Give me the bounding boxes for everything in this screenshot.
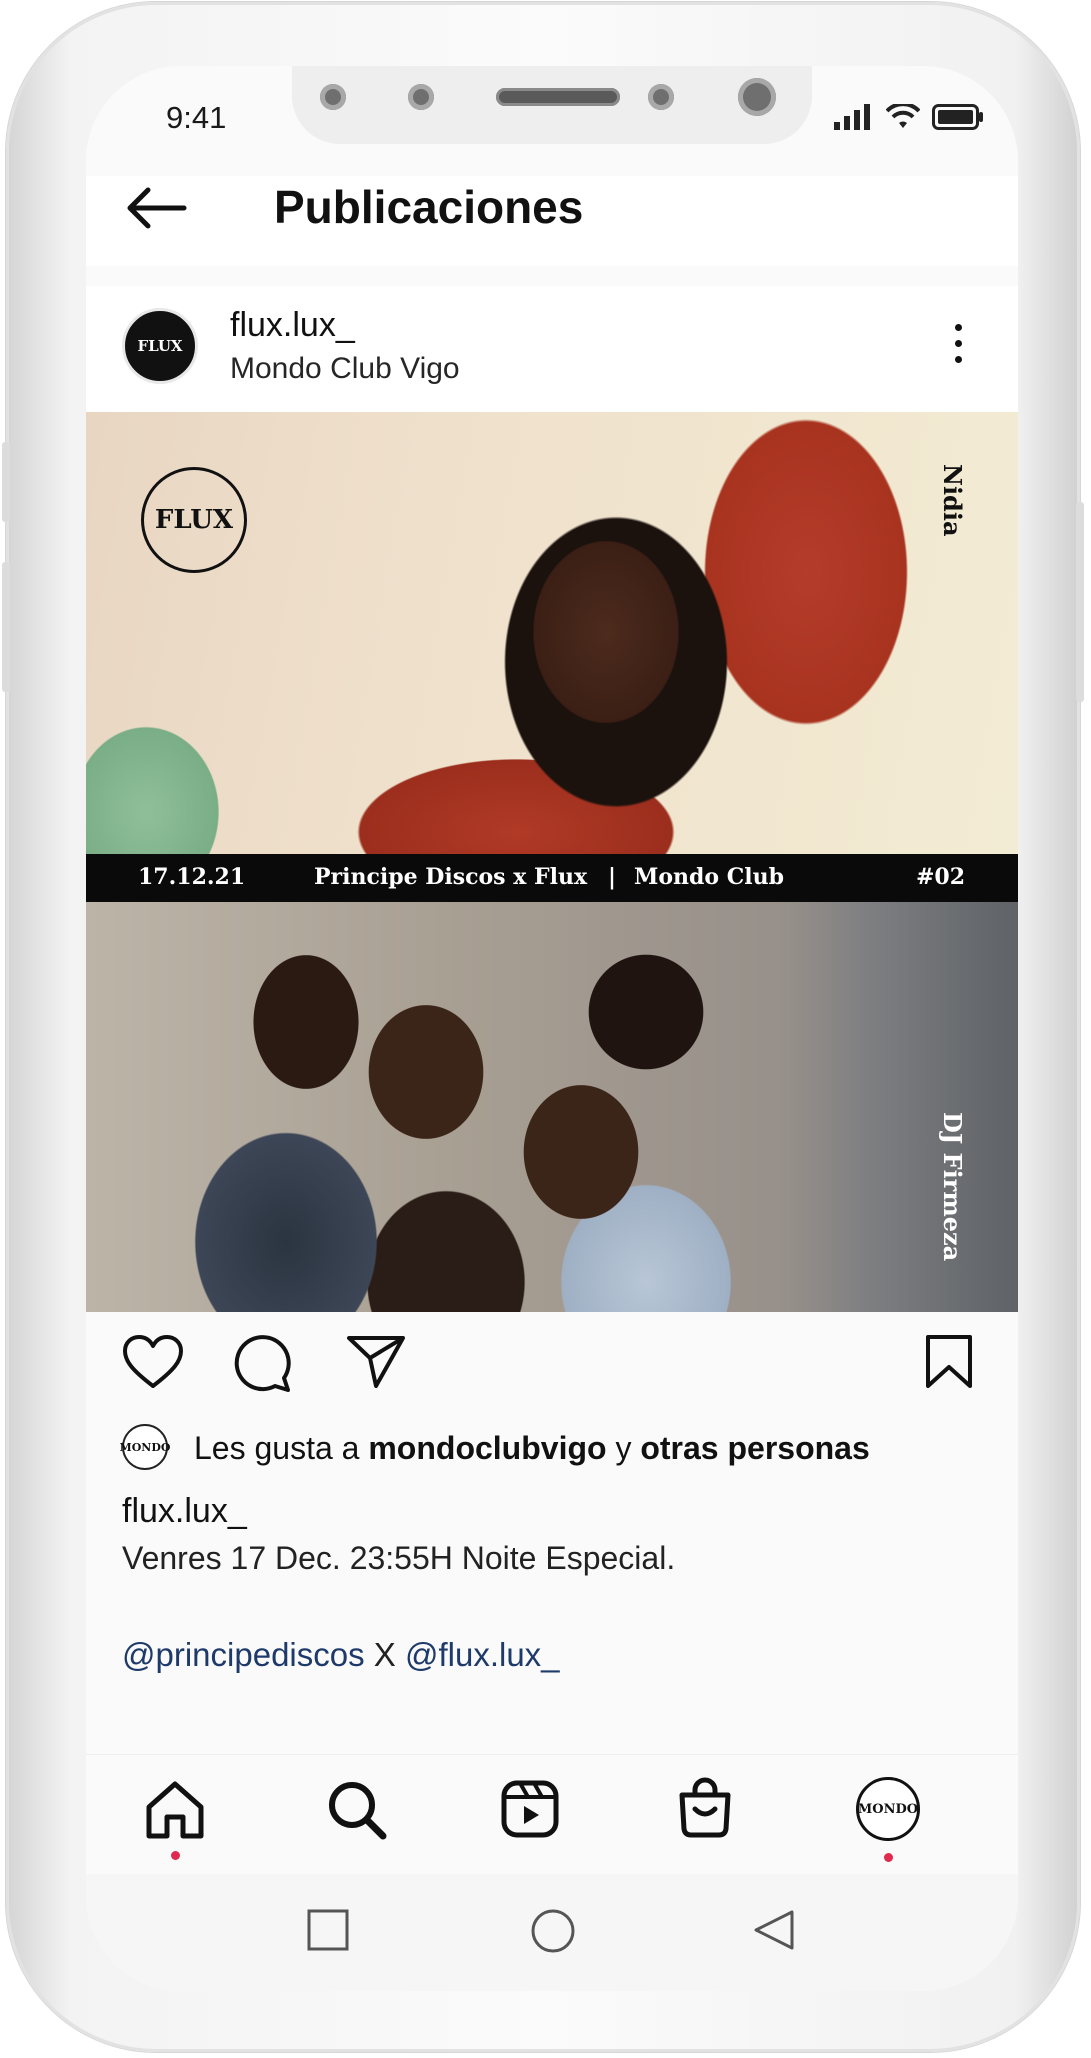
speaker-grille xyxy=(496,88,620,106)
home-circle-icon[interactable] xyxy=(530,1908,576,1954)
caption-mentions: @principediscos X @flux.lux_ xyxy=(122,1636,560,1674)
more-options-icon[interactable] xyxy=(948,324,968,380)
status-time: 9:41 xyxy=(166,100,227,135)
post-location[interactable]: Mondo Club Vigo xyxy=(230,352,460,386)
screen: 9:41 Publicaciones FLUX flux.lux_ Mondo … xyxy=(86,66,1018,1991)
profile-avatar-tab[interactable]: MONDO xyxy=(856,1777,920,1841)
volume-button xyxy=(2,442,10,522)
mention-link[interactable]: @principediscos xyxy=(122,1636,365,1673)
banner-title: Principe Discos x Flux xyxy=(314,864,588,890)
reels-icon[interactable] xyxy=(500,1779,560,1839)
likes-others-link[interactable]: otras personas xyxy=(640,1430,869,1466)
back-arrow-icon[interactable] xyxy=(124,184,188,232)
status-bar: 9:41 xyxy=(86,66,1018,166)
share-icon[interactable] xyxy=(346,1334,406,1390)
liker-avatar[interactable]: MONDO xyxy=(120,1424,170,1470)
shop-icon[interactable] xyxy=(676,1777,734,1839)
front-camera-icon xyxy=(738,78,776,116)
post-username[interactable]: flux.lux_ xyxy=(230,306,355,345)
post-author-avatar[interactable]: FLUX xyxy=(122,308,198,384)
sensor-icon xyxy=(320,84,346,110)
event-banner: 17.12.21 Principe Discos x Flux | Mondo … xyxy=(86,854,1018,902)
caption-username[interactable]: flux.lux_ xyxy=(122,1492,247,1531)
likes-user-link[interactable]: mondoclubvigo xyxy=(368,1430,606,1466)
status-icons xyxy=(834,104,984,130)
avatar-logo-text: FLUX xyxy=(137,337,183,355)
back-triangle-icon[interactable] xyxy=(752,1908,796,1952)
recents-icon[interactable] xyxy=(306,1908,350,1952)
photo-portrait: FLUX Nidia xyxy=(86,412,1018,854)
volume-button xyxy=(2,562,10,692)
mention-link[interactable]: @flux.lux_ xyxy=(405,1636,560,1673)
home-icon[interactable] xyxy=(144,1779,206,1841)
sensor-icon xyxy=(408,84,434,110)
heart-icon[interactable] xyxy=(122,1334,184,1390)
comment-icon[interactable] xyxy=(232,1334,292,1392)
post-header xyxy=(86,286,1018,416)
search-icon[interactable] xyxy=(326,1779,388,1841)
flux-logo: FLUX xyxy=(141,467,247,573)
photo-group: DJ Firmeza xyxy=(86,902,1018,1312)
caption-text: Venres 17 Dec. 23:55H Noite Especial. xyxy=(122,1540,676,1576)
page-title: Publicaciones xyxy=(274,181,584,233)
post-actions xyxy=(86,1312,1018,1406)
mention-separator: X xyxy=(364,1636,405,1673)
banner-venue: Mondo Club xyxy=(634,864,784,890)
likes-connector: y xyxy=(606,1430,641,1466)
artist-name-bottom: DJ Firmeza xyxy=(938,1112,967,1262)
bookmark-icon[interactable] xyxy=(924,1334,974,1390)
battery-icon xyxy=(932,104,983,130)
notification-dot xyxy=(171,1851,180,1860)
likes-prefix: Les gusta a xyxy=(194,1430,369,1466)
phone-frame: 9:41 Publicaciones FLUX flux.lux_ Mondo … xyxy=(2,2,1084,2052)
banner-separator: | xyxy=(608,864,617,890)
power-button xyxy=(1076,502,1084,702)
sensor-icon xyxy=(648,84,674,110)
likes-row: MONDO Les gusta a mondoclubvigo y otras … xyxy=(120,1422,1002,1470)
wifi-icon xyxy=(886,104,920,128)
system-nav-bar xyxy=(86,1874,1018,1991)
notification-dot xyxy=(884,1853,893,1862)
notch xyxy=(292,66,812,144)
post-image[interactable]: FLUX Nidia 17.12.21 Principe Discos x Fl… xyxy=(86,412,1018,1312)
artist-name-top: Nidia xyxy=(938,464,967,537)
likes-text: Les gusta a mondoclubvigo y otras person… xyxy=(194,1430,870,1467)
signal-icon xyxy=(834,104,870,130)
bottom-tab-bar: MONDO xyxy=(86,1754,1018,1875)
banner-number: #02 xyxy=(916,864,966,890)
banner-date: 17.12.21 xyxy=(138,864,246,890)
